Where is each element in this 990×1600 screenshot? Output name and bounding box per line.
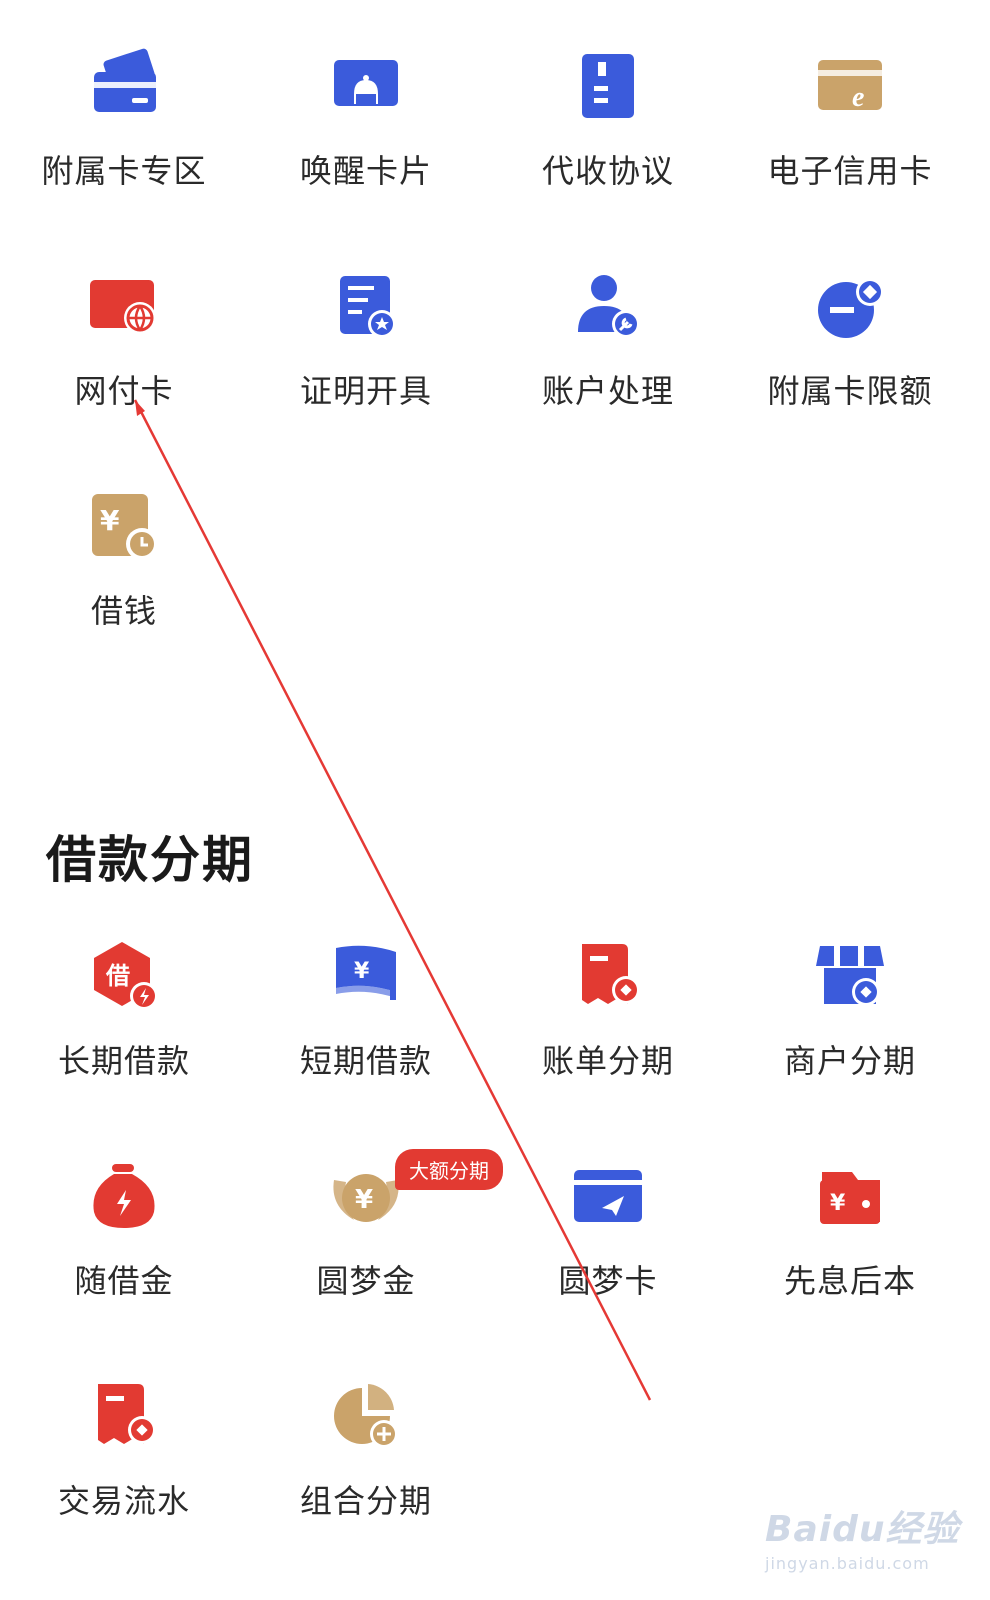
watermark: Baidu经验 jingyan.baidu.com [765,1500,965,1590]
yuan-flag-icon: ¥ [336,945,396,1000]
tile-wake-card[interactable]: 唤醒卡片 [242,0,490,200]
tile-label: 短期借款 [299,1042,432,1080]
transaction-icon [98,1384,156,1444]
watermark-brand: Baidu经验 [765,1509,960,1550]
section-title: 借款分期 [46,831,254,889]
tile-merchant-installment[interactable]: 商户分期 [726,890,974,1090]
yuan-wreath-icon: ¥ [333,1174,399,1222]
bell-card-icon [334,60,398,106]
tile-label: 附属卡专区 [41,152,207,190]
yuan-clock-icon: ¥ [92,494,158,560]
tile-label: 商户分期 [783,1042,916,1080]
svg-text:¥: ¥ [830,1191,846,1216]
tile-label: 网付卡 [74,372,174,410]
send-card-icon [574,1170,642,1222]
e-card-icon: e [818,60,882,113]
globe-card-icon [90,280,156,334]
tile-e-credit-card[interactable]: e 电子信用卡 [726,0,974,200]
tile-supplementary-limit[interactable]: 附属卡限额 [726,220,974,420]
tile-borrow[interactable]: ¥ 借钱 [0,440,248,640]
tile-transactions[interactable]: 交易流水 [0,1330,248,1530]
tile-label: 代收协议 [541,152,674,190]
user-wrench-icon [578,275,640,338]
tile-collection-agreement[interactable]: 代收协议 [484,0,732,200]
tile-bill-installment[interactable]: 账单分期 [484,890,732,1090]
pie-icon [334,1384,398,1448]
watermark-url: jingyan.baidu.com [765,1554,930,1573]
big-installment-badge: 大额分期 [395,1149,503,1190]
tile-label: 电子信用卡 [767,152,933,190]
bill-icon [582,944,640,1004]
certificate-icon [340,276,396,338]
store-icon [816,946,884,1006]
wallet-icon: ¥ [820,1172,880,1224]
tile-label: 唤醒卡片 [299,152,432,190]
tile-label: 借钱 [90,592,157,630]
tile-label: 组合分期 [299,1482,432,1520]
tile-label: 先息后本 [783,1262,916,1300]
tile-flex-loan[interactable]: 随借金 [0,1110,248,1310]
tile-dream-fund[interactable]: ¥ 圆梦金 [242,1110,490,1310]
tile-label: 证明开具 [299,372,432,410]
borrow-hex-icon: 借 [94,942,158,1010]
tile-label: 附属卡限额 [767,372,933,410]
tile-interest-first[interactable]: ¥ 先息后本 [726,1110,974,1310]
svg-text:e: e [852,82,864,113]
document-icon [582,54,634,118]
tile-label: 圆梦金 [316,1262,416,1300]
tile-long-term-loan[interactable]: 借 长期借款 [0,890,248,1090]
tile-dream-card[interactable]: 圆梦卡 [484,1110,732,1310]
svg-text:¥: ¥ [354,959,370,984]
card-icon [94,48,156,112]
money-bag-icon [93,1164,155,1228]
svg-text:¥: ¥ [100,504,120,537]
tile-label: 账单分期 [541,1042,674,1080]
limit-icon [818,278,884,338]
tile-certificate[interactable]: 证明开具 [242,220,490,420]
tile-supplementary-card[interactable]: 附属卡专区 [0,0,248,200]
tile-label: 交易流水 [57,1482,190,1520]
tile-label: 长期借款 [57,1042,190,1080]
tile-combo-installment[interactable]: 组合分期 [242,1330,490,1530]
svg-text:¥: ¥ [355,1185,373,1215]
tile-label: 账户处理 [541,372,674,410]
tile-account-handling[interactable]: 账户处理 [484,220,732,420]
tile-web-pay-card[interactable]: 网付卡 [0,220,248,420]
tile-short-term-loan[interactable]: ¥ 短期借款 [242,890,490,1090]
svg-text:借: 借 [105,962,130,990]
tile-label: 圆梦卡 [558,1262,658,1300]
tile-label: 随借金 [74,1262,174,1300]
